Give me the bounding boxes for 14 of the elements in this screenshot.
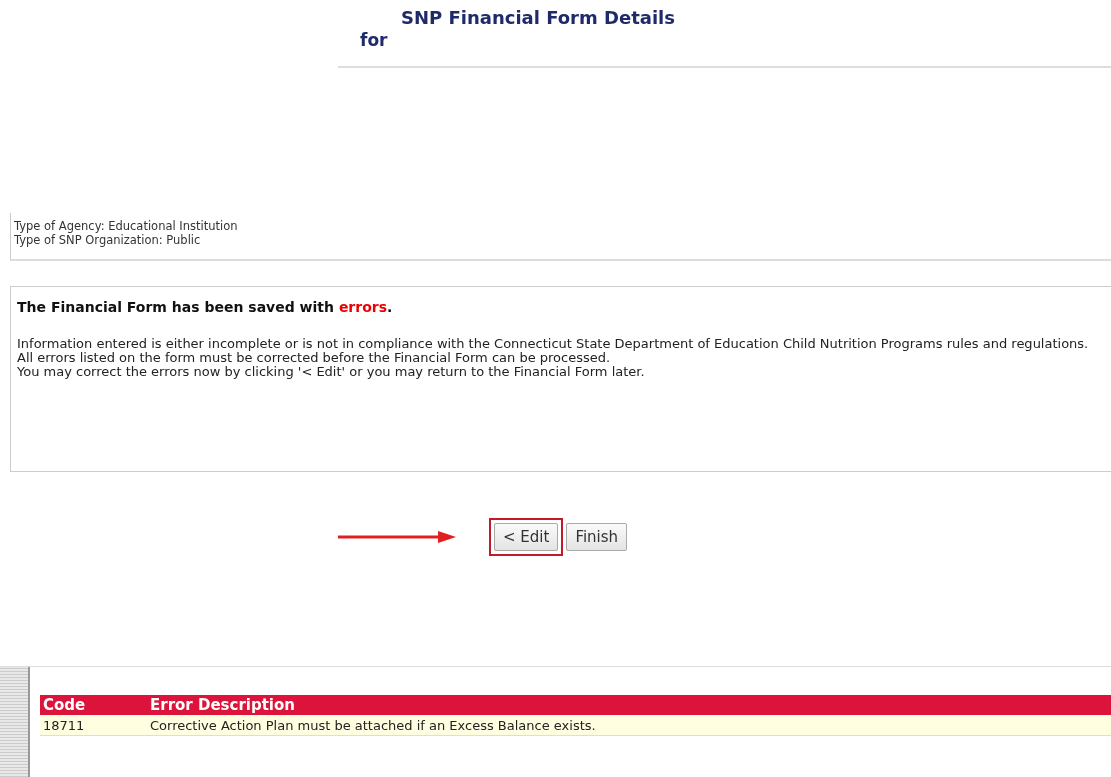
page-title: SNP Financial Form Details [401, 7, 676, 28]
table-cell-text: 18711 [43, 717, 86, 733]
column-header: Code [43, 696, 87, 714]
message-text: Information entered is either incomplete or is not in compliance with the Connecticut State Department of Education Child Nutrition Programs rules and regulations. All errors listed on the form must be corrected before the Financial Form can be processed. [17, 337, 1090, 365]
table-cell: Corrective Action Plan must be attached if an Excess Balance exists. [150, 717, 596, 733]
arrow-icon [338, 531, 456, 543]
message-text: You may correct the errors now by clicking '< Edit' or you may return to the Financial Form later. [17, 365, 646, 379]
page-subtitle: for [360, 30, 389, 50]
finish-button[interactable]: Finish [566, 523, 628, 551]
message-heading: The Financial Form has been saved with errors. [17, 299, 394, 315]
info-text: Type of SNP Organization: Public [14, 233, 202, 247]
info-text: Type of Agency: Educational Institution [14, 219, 239, 233]
column-header: Error Description [150, 696, 295, 714]
edit-button[interactable]: < Edit [494, 523, 559, 551]
